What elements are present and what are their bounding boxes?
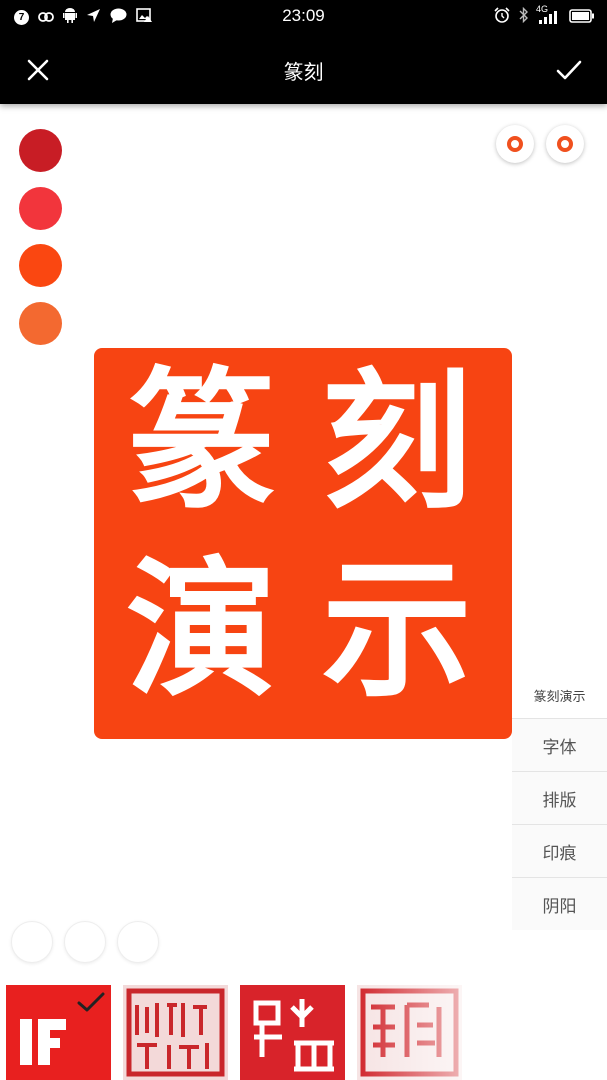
ring-icon: [507, 136, 523, 152]
signal-icon: 4G: [536, 4, 560, 24]
seal-style-2-image: [126, 988, 225, 1077]
option-imprint[interactable]: 印痕: [512, 824, 607, 877]
seal-char-1: 篆: [125, 356, 276, 530]
faint-tool-button-1[interactable]: [11, 921, 53, 963]
side-options-menu: 字体 排版 印痕 阴阳: [512, 718, 607, 930]
seal-char-3: 演: [125, 544, 276, 718]
page-title: 篆刻: [283, 60, 324, 84]
seal-text-caption: 篆刻演示: [533, 690, 586, 705]
seal-style-thumbnail-1[interactable]: [6, 985, 111, 1080]
outline-toggle-button[interactable]: [496, 125, 534, 163]
seal-style-thumbnail-4[interactable]: [357, 985, 462, 1080]
bluetooth-icon: [519, 6, 529, 27]
seal-style-thumbnail-2[interactable]: [123, 985, 228, 1080]
app-screen: 7 23:09 4G 篆刻 篆 刻 演 示 篆刻演示 字体 排版 印痕 阴阳: [0, 0, 607, 1080]
seal-char-4: 示: [321, 544, 472, 718]
confirm-button[interactable]: [551, 52, 587, 88]
option-yin-yang[interactable]: 阴阳: [512, 877, 607, 930]
seal-style-3-image: [253, 999, 334, 1072]
network-type: 4G: [536, 4, 549, 14]
faint-tool-button-2[interactable]: [64, 921, 106, 963]
ring-icon: [557, 136, 573, 152]
alarm-clock-icon: [494, 7, 510, 27]
color-swatch-red[interactable]: [19, 187, 62, 230]
border-toggle-button[interactable]: [546, 125, 584, 163]
color-swatch-dark-red[interactable]: [19, 129, 62, 172]
check-icon: [556, 60, 582, 80]
option-layout[interactable]: 排版: [512, 771, 607, 824]
seal-style-thumbnail-3[interactable]: [240, 985, 345, 1080]
seal-style-4-image: [360, 988, 459, 1077]
seal-preview[interactable]: 篆 刻 演 示: [94, 348, 512, 739]
status-bar: 7 23:09 4G: [0, 0, 607, 34]
battery-icon: [569, 8, 595, 27]
selected-check-icon: [77, 992, 105, 1012]
app-bar: 篆刻: [0, 34, 607, 104]
seal-char-2: 刻: [321, 356, 472, 530]
faint-tool-button-3[interactable]: [117, 921, 159, 963]
option-font[interactable]: 字体: [512, 718, 607, 771]
seal-style-strip: [0, 978, 607, 1080]
color-swatch-orange-red[interactable]: [19, 244, 62, 287]
color-swatch-orange[interactable]: [19, 302, 62, 345]
